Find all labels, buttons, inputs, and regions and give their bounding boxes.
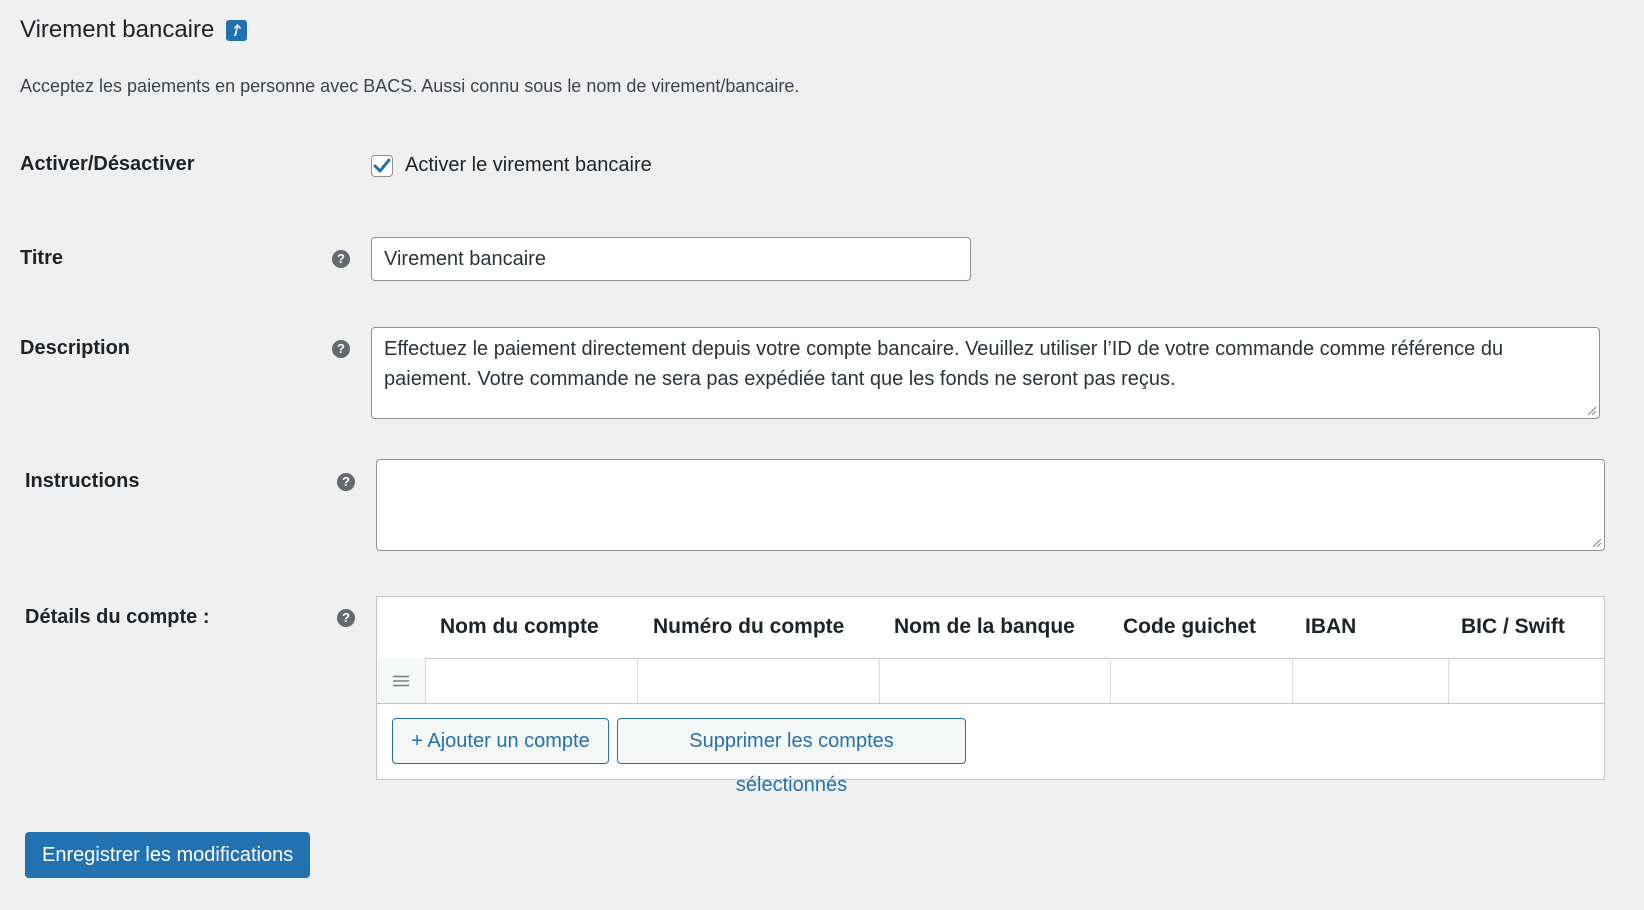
remove-selected-accounts-button[interactable]: Supprimer les comptes sélectionnés: [617, 718, 966, 796]
enable-checkbox[interactable]: [371, 154, 393, 177]
iban-cell[interactable]: [1292, 658, 1448, 703]
account-details-label: Détails du compte :: [25, 606, 210, 628]
account-number-cell[interactable]: [637, 658, 879, 703]
page-title: Virement bancaire: [20, 16, 215, 43]
page-heading: Virement bancaire: [20, 16, 248, 44]
column-header: Code guichet: [1123, 615, 1257, 638]
resize-grip-icon[interactable]: [1585, 404, 1597, 416]
help-icon[interactable]: ?: [337, 609, 355, 627]
description-label: Description: [20, 337, 131, 359]
save-changes-button[interactable]: Enregistrer les modifications: [25, 832, 311, 878]
bank-name-cell[interactable]: [879, 658, 1110, 703]
column-header: BIC / Swift: [1461, 615, 1565, 638]
column-header: Nom de la banque: [894, 615, 1075, 638]
account-name-cell[interactable]: [425, 658, 637, 703]
bic-swift-cell[interactable]: [1448, 658, 1604, 703]
title-label: Titre: [20, 247, 63, 269]
column-header: IBAN: [1305, 615, 1357, 638]
help-icon[interactable]: ?: [337, 473, 355, 491]
instructions-label: Instructions: [25, 470, 140, 492]
add-account-button[interactable]: + Ajouter un compte: [392, 718, 609, 764]
sort-code-cell[interactable]: [1110, 658, 1292, 703]
return-arrow-icon[interactable]: [226, 19, 248, 41]
settings-page: Virement bancaire Acceptez les paiements…: [0, 0, 1644, 910]
drag-handle-icon[interactable]: [377, 658, 425, 703]
help-icon[interactable]: ?: [332, 340, 350, 358]
enable-checkbox-row[interactable]: Activer le virement bancaire: [371, 154, 652, 177]
gateway-intro: Acceptez les paiements en personne avec …: [20, 76, 800, 96]
title-input[interactable]: Virement bancaire: [371, 237, 971, 281]
description-textarea[interactable]: Effectuez le paiement directement depuis…: [371, 327, 1600, 419]
help-icon[interactable]: ?: [332, 250, 350, 268]
account-row: [377, 658, 1604, 704]
description-text: Effectuez le paiement directement depuis…: [384, 338, 1504, 390]
column-header: Numéro du compte: [653, 615, 845, 638]
accounts-table: Nom du compte Numéro du compte Nom de la…: [376, 596, 1605, 796]
instructions-textarea[interactable]: [376, 459, 1605, 551]
resize-grip-icon[interactable]: [1590, 536, 1602, 548]
accounts-table-header: Nom du compte Numéro du compte Nom de la…: [377, 597, 1604, 659]
column-header: Nom du compte: [440, 615, 599, 638]
enable-label: Activer/Désactiver: [20, 153, 195, 175]
enable-checkbox-label[interactable]: Activer le virement bancaire: [405, 154, 652, 177]
